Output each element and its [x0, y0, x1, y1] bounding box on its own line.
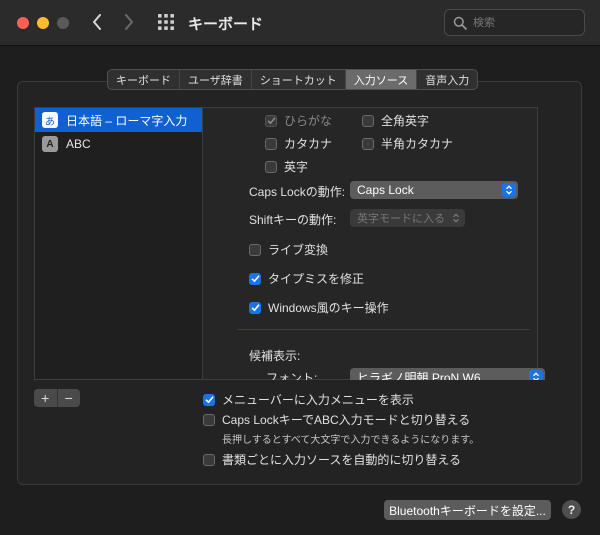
list-item-abc[interactable]: A ABC [35, 132, 202, 156]
input-source-list: あ 日本語 – ローマ字入力 A ABC [34, 107, 203, 380]
candidate-font-label: フォント: [266, 371, 318, 380]
tab-input-sources[interactable]: 入力ソース [345, 70, 418, 89]
tab-dictation[interactable]: 音声入力 [417, 70, 477, 89]
setup-bluetooth-keyboard-button[interactable]: Bluetoothキーボードを設定... [384, 500, 551, 520]
checkbox-box [249, 243, 261, 256]
chevron-right-icon [125, 14, 133, 30]
checkbox-box [265, 137, 277, 150]
show-all-button[interactable] [157, 13, 175, 31]
eiji-checkbox[interactable]: 英字 [265, 158, 308, 175]
divider [237, 329, 530, 330]
checkbox-box [203, 453, 215, 466]
candidate-font-popup[interactable]: ヒラギノ明朝 ProN W6 [350, 368, 545, 380]
checkbox-box [203, 413, 215, 426]
live-conversion-checkbox[interactable]: ライブ変換 [249, 241, 328, 258]
checkbox-box [362, 114, 374, 127]
grid-icon [158, 14, 174, 30]
checkmark-icon [249, 301, 261, 314]
list-item-japanese-romaji[interactable]: あ 日本語 – ローマ字入力 [35, 108, 202, 132]
help-button[interactable]: ? [562, 500, 581, 519]
live-conversion-label: ライブ変換 [268, 243, 329, 257]
checkmark-icon [265, 114, 277, 127]
checkmark-icon [203, 393, 215, 406]
add-remove-control: + − [34, 389, 80, 407]
capslock-action-value: Caps Lock [357, 183, 414, 197]
typo-fix-checkbox[interactable]: タイプミスを修正 [249, 270, 364, 287]
tab-keyboard[interactable]: キーボード [108, 70, 180, 89]
capslock-abc-label: Caps LockキーでABC入力モードと切り替える [222, 413, 471, 427]
typo-fix-label: タイプミスを修正 [268, 272, 365, 286]
eiji-label: 英字 [284, 160, 309, 174]
close-window-button[interactable] [17, 17, 29, 29]
capslock-abc-checkbox[interactable]: Caps LockキーでABC入力モードと切り替える [203, 411, 470, 428]
list-item-label: 日本語 – ローマ字入力 [66, 113, 188, 128]
abc-a-icon: A [42, 136, 58, 152]
minimize-window-button[interactable] [37, 17, 49, 29]
forward-button[interactable] [118, 10, 140, 34]
hiragana-checkbox[interactable]: ひらがな [265, 112, 332, 129]
candidate-font-popup-clip: ヒラギノ明朝 ProN W6 [350, 368, 545, 380]
updown-chevron-icon [529, 370, 543, 380]
back-button[interactable] [86, 10, 108, 34]
tab-shortcuts[interactable]: ショートカット [252, 70, 346, 89]
tab-bar: キーボード ユーザ辞書 ショートカット 入力ソース 音声入力 [107, 69, 479, 90]
remove-input-source-button[interactable]: − [58, 389, 81, 407]
menubar-label: メニューバーに入力メニューを表示 [222, 393, 414, 407]
per-document-checkbox[interactable]: 書類ごとに入力ソースを自動的に切り替える [203, 451, 461, 468]
search-field[interactable] [444, 9, 585, 36]
zenkaku-eiji-checkbox[interactable]: 全角英字 [362, 112, 429, 129]
checkmark-icon [249, 272, 261, 285]
shift-action-popup[interactable]: 英字モードに入る [350, 209, 465, 227]
katakana-checkbox[interactable]: カタカナ [265, 135, 332, 152]
shift-action-label: Shiftキーの動作: [249, 213, 337, 227]
checkbox-box [362, 137, 374, 150]
hankaku-katakana-checkbox[interactable]: 半角カタカナ [362, 135, 453, 152]
capslock-abc-note: 長押しするとすべて大文字で入力できるようになります。 [222, 435, 480, 446]
menubar-checkbox[interactable]: メニューバーに入力メニューを表示 [203, 391, 414, 408]
search-input[interactable] [473, 16, 583, 29]
add-input-source-button[interactable]: + [34, 389, 58, 407]
windows-keys-label: Windows風のキー操作 [268, 301, 389, 315]
capslock-action-popup[interactable]: Caps Lock [350, 181, 518, 199]
updown-chevron-icon [502, 183, 516, 197]
chevron-left-icon [93, 14, 101, 30]
windows-keys-checkbox[interactable]: Windows風のキー操作 [249, 299, 389, 316]
candidates-heading: 候補表示: [249, 349, 301, 363]
hankaku-katakana-label: 半角カタカナ [381, 137, 454, 151]
window-title: キーボード [188, 16, 264, 33]
checkbox-box [265, 160, 277, 173]
per-document-label: 書類ごとに入力ソースを自動的に切り替える [222, 453, 462, 467]
capslock-action-label: Caps Lockの動作: [249, 185, 346, 199]
updown-chevron-icon [449, 211, 463, 225]
zoom-window-button[interactable] [57, 17, 69, 29]
candidate-font-value: ヒラギノ明朝 ProN W6 [357, 370, 481, 381]
tab-user-dictionary[interactable]: ユーザ辞書 [180, 70, 252, 89]
hiragana-a-icon: あ [42, 112, 58, 128]
search-icon [453, 16, 467, 30]
list-item-label: ABC [66, 137, 91, 151]
katakana-label: カタカナ [284, 137, 333, 151]
shift-action-value: 英字モードに入る [357, 213, 445, 225]
hiragana-label: ひらがな [284, 114, 333, 128]
zenkaku-eiji-label: 全角英字 [381, 114, 430, 128]
